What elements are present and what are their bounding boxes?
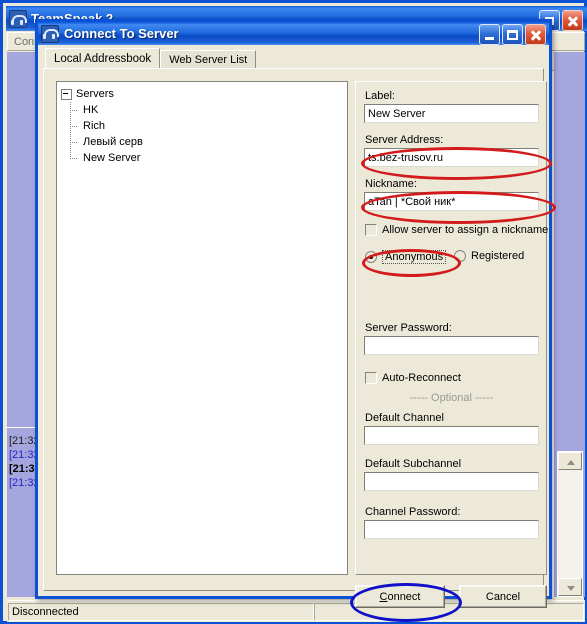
allow-assign-nickname-row[interactable]: Allow server to assign a nickname — [365, 224, 548, 236]
default-subchannel-input[interactable] — [364, 472, 539, 491]
tab-local-addressbook[interactable]: Local Addressbook — [45, 48, 161, 69]
tree-item-rich[interactable]: Rich — [70, 118, 347, 134]
allow-assign-nickname-label: Allow server to assign a nickname — [382, 224, 549, 236]
connect-to-server-dialog: Connect To Server Local Addressbook Web … — [35, 19, 556, 622]
label-input[interactable]: New Server — [364, 104, 539, 123]
channel-password-caption: Channel Password: — [365, 506, 461, 518]
dialog-window-controls — [479, 24, 546, 45]
tree-item-new-server[interactable]: New Server — [70, 150, 347, 166]
dialog-titlebar[interactable]: Connect To Server — [38, 22, 549, 45]
scroll-up-icon[interactable] — [558, 452, 582, 470]
dialog-title: Connect To Server — [64, 26, 179, 41]
default-channel-caption: Default Channel — [365, 412, 444, 424]
server-tree[interactable]: Servers HK Rich Левый серв New Server — [56, 81, 348, 575]
close-button[interactable] — [562, 10, 583, 31]
tree-item-hk[interactable]: HK — [70, 102, 347, 118]
vertical-scrollbar[interactable] — [557, 451, 583, 597]
nickname-caption: Nickname: — [365, 178, 417, 190]
tree-item-label: Rich — [83, 120, 106, 132]
headset-icon — [9, 9, 27, 28]
registered-radio-row[interactable]: Registered — [454, 250, 524, 262]
tree-item-label: New Server — [83, 152, 141, 164]
registered-label: Registered — [471, 250, 525, 262]
tab-page-local-addressbook: Servers HK Rich Левый серв New Server La… — [43, 68, 548, 608]
anonymous-radio[interactable] — [365, 251, 377, 263]
tree-root-label: Servers — [76, 88, 114, 100]
server-address-input[interactable]: ts.bez-trusov.ru — [364, 148, 539, 167]
auto-reconnect-checkbox[interactable] — [365, 372, 377, 384]
cancel-button[interactable]: Cancel — [459, 585, 547, 608]
tab-strip: Local Addressbook Web Server List — [45, 48, 257, 69]
cancel-button-label: Cancel — [485, 590, 521, 603]
close-button[interactable] — [525, 24, 546, 45]
auto-reconnect-row[interactable]: Auto-Reconnect — [365, 372, 461, 384]
tree-item-levy-serv[interactable]: Левый серв — [70, 134, 347, 150]
server-settings-panel: Label: New Server Server Address: ts.bez… — [355, 81, 548, 575]
connect-button[interactable]: Connect — [355, 585, 445, 608]
collapse-icon[interactable] — [61, 88, 72, 100]
allow-assign-nickname-checkbox[interactable] — [365, 224, 377, 236]
label-caption: Label: — [365, 90, 395, 102]
nickname-input[interactable]: aTan | *Свой ник* — [364, 192, 539, 211]
optional-divider: ----- Optional ----- — [409, 392, 494, 404]
scroll-down-icon[interactable] — [558, 578, 582, 596]
registered-radio[interactable] — [454, 250, 466, 262]
dialog-client-area: Local Addressbook Web Server List Server… — [41, 48, 548, 608]
server-address-caption: Server Address: — [365, 134, 444, 146]
tab-web-server-list[interactable]: Web Server List — [160, 50, 257, 69]
tree-item-label: HK — [83, 104, 99, 116]
anonymous-label: Anonymous — [382, 250, 447, 264]
status-text: Disconnected — [8, 602, 314, 621]
server-password-caption: Server Password: — [365, 322, 452, 334]
default-channel-input[interactable] — [364, 426, 539, 445]
connect-button-label: Connect — [379, 590, 421, 603]
tree-root-servers[interactable]: Servers — [61, 86, 347, 102]
anonymous-radio-row[interactable]: Anonymous — [365, 250, 447, 264]
channel-password-input[interactable] — [364, 520, 539, 539]
default-subchannel-caption: Default Subchannel — [365, 458, 462, 470]
auto-reconnect-label: Auto-Reconnect — [382, 372, 461, 384]
maximize-button[interactable] — [502, 24, 523, 45]
server-password-input[interactable] — [364, 336, 539, 355]
tree-children: HK Rich Левый серв New Server — [70, 102, 347, 166]
headset-icon — [41, 24, 59, 43]
tree-item-label: Левый серв — [83, 136, 143, 148]
minimize-button[interactable] — [479, 24, 500, 45]
